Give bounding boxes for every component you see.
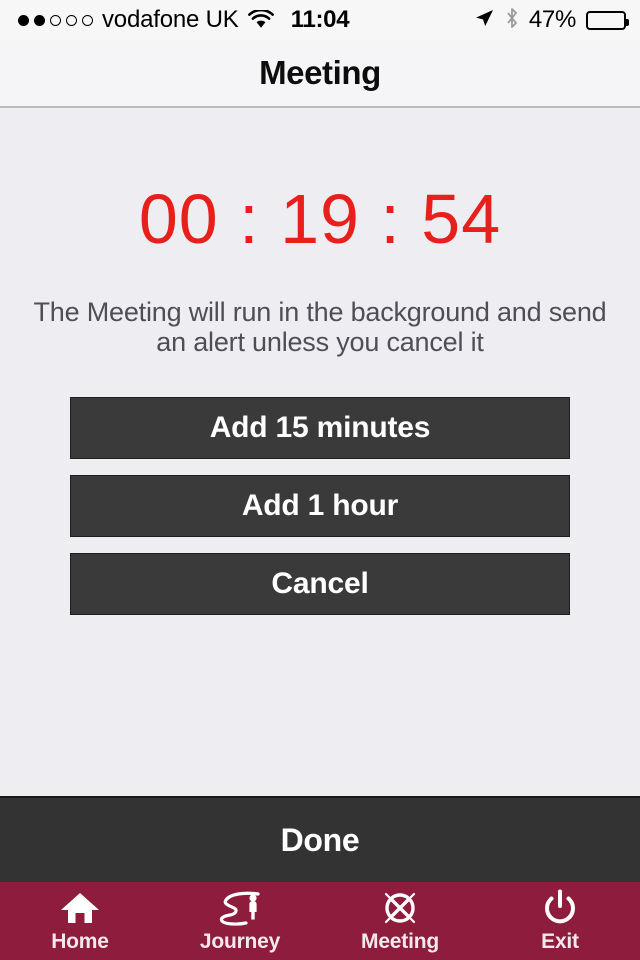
add-1-hour-label: Add 1 hour bbox=[241, 489, 399, 523]
page-title: Meeting bbox=[259, 54, 381, 91]
tab-journey-label: Journey bbox=[199, 929, 281, 953]
app-screen: vodafone UK 11:04 47% Meeting 00: 19: … bbox=[0, 0, 640, 960]
tab-exit-label: Exit bbox=[541, 929, 579, 953]
carrier-label: vodafone UK bbox=[102, 6, 239, 33]
battery-icon bbox=[586, 10, 629, 30]
cancel-button[interactable]: Cancel bbox=[70, 553, 570, 616]
tab-home[interactable]: Home bbox=[0, 882, 160, 960]
navigation-bar: Meeting bbox=[0, 40, 640, 108]
battery-percent-label: 47% bbox=[528, 6, 576, 33]
done-button[interactable]: Done bbox=[0, 796, 640, 882]
signal-dot-1 bbox=[18, 14, 29, 26]
action-button-stack: Add 15 minutes Add 1 hour Cancel bbox=[70, 397, 570, 616]
tab-bar: Home Journey Meeting Exit bbox=[0, 882, 640, 960]
description-text: The Meeting will run in the background a… bbox=[33, 297, 607, 358]
signal-dot-3 bbox=[50, 14, 61, 26]
add-15-minutes-label: Add 15 minutes bbox=[209, 411, 431, 445]
cancel-label: Cancel bbox=[271, 567, 369, 601]
signal-dot-2 bbox=[34, 14, 45, 26]
done-label: Done bbox=[280, 821, 360, 858]
status-bar: vodafone UK 11:04 47% bbox=[0, 0, 640, 40]
countdown-timer: 00 : 19 : 54 bbox=[138, 180, 502, 258]
tab-meeting[interactable]: Meeting bbox=[320, 882, 480, 960]
location-arrow-icon bbox=[473, 7, 495, 34]
signal-strength-dots bbox=[18, 14, 93, 26]
home-icon bbox=[59, 889, 101, 927]
add-1-hour-button[interactable]: Add 1 hour bbox=[70, 475, 570, 538]
status-bar-clock: 11:04 bbox=[290, 6, 350, 33]
tab-exit[interactable]: Exit bbox=[480, 882, 640, 960]
journey-road-person-icon bbox=[214, 889, 266, 927]
wifi-icon bbox=[247, 8, 274, 30]
main-content: 00 : 19 : 54 The Meeting will run in the… bbox=[0, 108, 640, 796]
add-15-minutes-button[interactable]: Add 15 minutes bbox=[70, 397, 570, 460]
bluetooth-icon bbox=[505, 7, 519, 34]
signal-dot-4 bbox=[66, 14, 77, 26]
status-bar-left: vodafone UK bbox=[18, 6, 274, 34]
status-bar-right: 47% bbox=[473, 6, 629, 34]
signal-dot-5 bbox=[82, 14, 93, 26]
power-icon bbox=[540, 889, 580, 927]
tab-meeting-label: Meeting bbox=[361, 929, 439, 953]
tab-home-label: Home bbox=[51, 929, 109, 953]
crossed-circle-icon bbox=[379, 889, 421, 927]
tab-journey[interactable]: Journey bbox=[160, 882, 320, 960]
